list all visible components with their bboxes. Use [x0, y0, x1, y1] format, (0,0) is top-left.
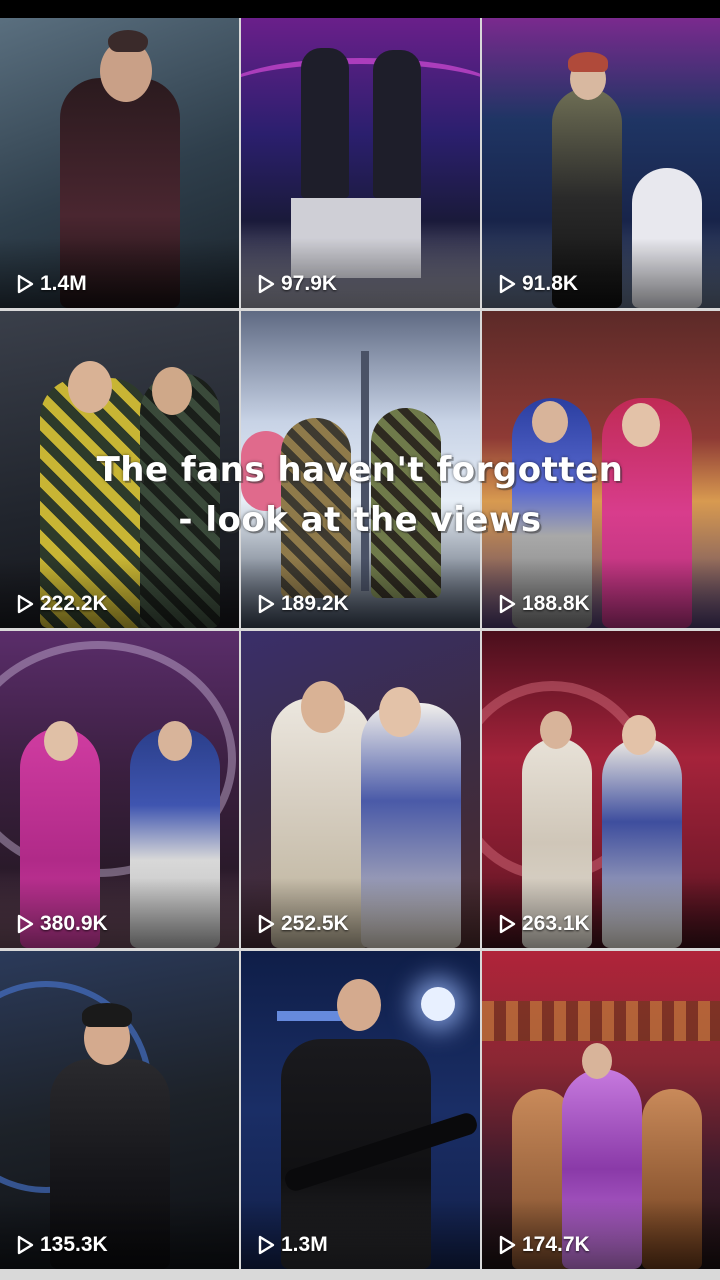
- status-bar: [0, 0, 720, 18]
- video-grid: 1.4M 97.9K 91.8K 222.2K 189.2K 188.8K 38…: [0, 18, 720, 1280]
- play-icon: [258, 594, 275, 614]
- view-count: 1.4M: [14, 272, 87, 296]
- view-count-label: 174.7K: [522, 1233, 590, 1256]
- play-icon: [17, 914, 34, 934]
- play-icon: [258, 1235, 275, 1255]
- video-tile[interactable]: 97.9K: [241, 18, 480, 308]
- view-count-label: 380.9K: [40, 912, 108, 935]
- view-count: 263.1K: [496, 912, 590, 936]
- video-tile[interactable]: 252.5K: [241, 631, 480, 948]
- video-tile[interactable]: 263.1K: [482, 631, 720, 948]
- view-count-label: 252.5K: [281, 912, 349, 935]
- view-count: 380.9K: [14, 912, 108, 936]
- overlay-caption: The fans haven't forgotten - look at the…: [96, 450, 624, 540]
- video-tile[interactable]: 91.8K: [482, 18, 720, 308]
- play-icon: [258, 274, 275, 294]
- view-count-label: 97.9K: [281, 272, 338, 295]
- view-count: 135.3K: [14, 1233, 108, 1257]
- view-count-label: 135.3K: [40, 1233, 108, 1256]
- view-count-label: 91.8K: [522, 272, 579, 295]
- video-tile[interactable]: 174.7K: [482, 951, 720, 1269]
- view-count: 1.3M: [255, 1233, 328, 1257]
- play-icon: [499, 1235, 516, 1255]
- view-count: 252.5K: [255, 912, 349, 936]
- video-tile[interactable]: 1.4M: [0, 18, 239, 308]
- view-count: 189.2K: [255, 592, 349, 616]
- play-icon: [499, 594, 516, 614]
- view-count-label: 1.3M: [281, 1233, 328, 1256]
- play-icon: [17, 274, 34, 294]
- view-count-label: 189.2K: [281, 592, 349, 615]
- view-count-label: 263.1K: [522, 912, 590, 935]
- view-count-label: 222.2K: [40, 592, 108, 615]
- play-icon: [499, 914, 516, 934]
- view-count: 188.8K: [496, 592, 590, 616]
- view-count: 91.8K: [496, 272, 578, 296]
- view-count: 174.7K: [496, 1233, 590, 1257]
- play-icon: [258, 914, 275, 934]
- video-tile[interactable]: 380.9K: [0, 631, 239, 948]
- video-tile[interactable]: 135.3K: [0, 951, 239, 1269]
- video-tile[interactable]: 1.3M: [241, 951, 480, 1269]
- play-icon: [499, 274, 516, 294]
- view-count-label: 1.4M: [40, 272, 87, 295]
- play-icon: [17, 1235, 34, 1255]
- view-count-label: 188.8K: [522, 592, 590, 615]
- view-count: 222.2K: [14, 592, 108, 616]
- view-count: 97.9K: [255, 272, 337, 296]
- play-icon: [17, 594, 34, 614]
